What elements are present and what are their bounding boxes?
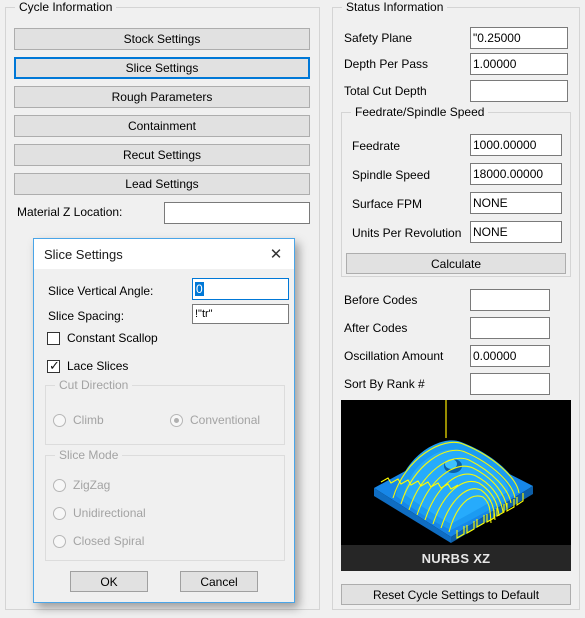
toolpath-preview[interactable]: NURBS XZ — [341, 400, 571, 571]
lead-settings-label: Lead Settings — [125, 177, 199, 191]
after-codes-label: After Codes — [344, 321, 408, 335]
reset-cycle-settings-label: Reset Cycle Settings to Default — [372, 587, 540, 602]
application-window: Cycle Information Stock Settings Slice S… — [0, 0, 585, 618]
radio-circle — [53, 413, 66, 427]
slice-spacing-label: Slice Spacing: — [48, 309, 125, 323]
spindle-speed-input[interactable]: 18000.00000 — [470, 163, 562, 185]
calculate-label: Calculate — [430, 256, 482, 271]
slice-settings-button[interactable]: Slice Settings — [14, 57, 310, 79]
rough-parameters-button[interactable]: Rough Parameters — [14, 86, 310, 108]
surface-fpm-input[interactable]: NONE — [470, 192, 562, 214]
preview-caption: NURBS XZ — [341, 545, 571, 571]
ok-button[interactable]: OK — [70, 571, 148, 592]
recut-settings-label: Recut Settings — [122, 148, 202, 162]
slice-spacing-value: !"tr" — [195, 307, 213, 320]
radio-circle — [53, 506, 66, 520]
oscillation-amount-input[interactable]: 0.00000 — [470, 345, 550, 367]
constant-scallop-checkbox[interactable]: Constant Scallop — [47, 331, 158, 345]
before-codes-label: Before Codes — [344, 293, 418, 307]
feedrate-value: 1000.00000 — [473, 138, 537, 152]
radio-circle — [53, 478, 66, 492]
feedrate-input[interactable]: 1000.00000 — [470, 134, 562, 156]
slice-mode-unidirectional-radio[interactable]: Unidirectional — [53, 506, 146, 520]
calculate-button[interactable]: Calculate — [346, 253, 566, 274]
safety-plane-label: Safety Plane — [344, 31, 413, 45]
containment-button[interactable]: Containment — [14, 115, 310, 137]
slice-mode-title: Slice Mode — [55, 448, 123, 462]
slice-vertical-angle-value: 0 — [195, 282, 204, 296]
containment-label: Containment — [127, 119, 197, 133]
stock-settings-button[interactable]: Stock Settings — [14, 28, 310, 50]
dialog-titlebar: Slice Settings ✕ — [34, 239, 294, 270]
total-cut-depth-label: Total Cut Depth — [344, 84, 427, 98]
surface-fpm-value: NONE — [473, 196, 508, 210]
status-information-title: Status Information — [342, 0, 448, 14]
safety-plane-input[interactable]: "0.25000 — [470, 27, 568, 49]
feedrate-spindle-speed-title: Feedrate/Spindle Speed — [351, 105, 489, 119]
constant-scallop-label: Constant Scallop — [67, 331, 158, 345]
stock-settings-label: Stock Settings — [123, 32, 201, 46]
material-z-location-label: Material Z Location: — [17, 205, 123, 219]
slice-vertical-angle-input[interactable]: 0 — [192, 278, 289, 300]
depth-per-pass-value: 1.00000 — [473, 57, 517, 71]
slice-mode-unidirectional-label: Unidirectional — [73, 506, 146, 520]
cut-direction-conventional-label: Conventional — [190, 413, 261, 427]
lead-settings-button[interactable]: Lead Settings — [14, 173, 310, 195]
oscillation-amount-value: 0.00000 — [473, 349, 517, 363]
cut-direction-climb-radio[interactable]: Climb — [53, 413, 104, 427]
units-per-revolution-input[interactable]: NONE — [470, 221, 562, 243]
cycle-information-title: Cycle Information — [15, 0, 117, 14]
check-icon: ✓ — [49, 357, 60, 373]
slice-mode-closed-spiral-radio[interactable]: Closed Spiral — [53, 534, 144, 548]
slice-vertical-angle-label: Slice Vertical Angle: — [48, 284, 154, 298]
slice-mode-zigzag-label: ZigZag — [73, 478, 111, 492]
spindle-speed-value: 18000.00000 — [473, 167, 544, 181]
cut-direction-title: Cut Direction — [55, 378, 133, 392]
units-per-revolution-label: Units Per Revolution — [352, 226, 462, 240]
before-codes-input[interactable] — [470, 289, 550, 311]
checkbox-box — [47, 331, 60, 345]
surface-fpm-label: Surface FPM — [352, 197, 423, 211]
slice-settings-label: Slice Settings — [125, 61, 199, 75]
total-cut-depth-input[interactable] — [470, 80, 568, 102]
slice-settings-dialog: Slice Settings ✕ Slice Vertical Angle: 0… — [33, 238, 295, 603]
cancel-label: Cancel — [200, 574, 238, 589]
depth-per-pass-label: Depth Per Pass — [344, 57, 429, 71]
lace-slices-label: Lace Slices — [67, 359, 129, 373]
slice-mode-zigzag-radio[interactable]: ZigZag — [53, 478, 110, 492]
lace-slices-checkbox[interactable]: ✓ Lace Slices — [47, 359, 128, 373]
radio-circle — [170, 413, 183, 427]
cut-direction-conventional-radio[interactable]: Conventional — [170, 413, 260, 427]
rough-parameters-label: Rough Parameters — [111, 90, 213, 104]
material-z-location-input[interactable] — [164, 202, 310, 224]
close-icon[interactable]: ✕ — [258, 239, 294, 269]
checkbox-box: ✓ — [47, 357, 60, 373]
recut-settings-button[interactable]: Recut Settings — [14, 144, 310, 166]
radio-dot — [174, 417, 179, 423]
oscillation-amount-label: Oscillation Amount — [344, 349, 444, 363]
sort-by-rank-input[interactable] — [470, 373, 550, 395]
depth-per-pass-input[interactable]: 1.00000 — [470, 53, 568, 75]
safety-plane-value: "0.25000 — [473, 31, 521, 45]
dialog-title: Slice Settings — [44, 247, 123, 262]
cancel-button[interactable]: Cancel — [180, 571, 258, 592]
after-codes-input[interactable] — [470, 317, 550, 339]
sort-by-rank-label: Sort By Rank # — [344, 377, 425, 391]
ok-label: OK — [100, 574, 118, 589]
spindle-speed-label: Spindle Speed — [352, 168, 431, 182]
slice-mode-closed-spiral-label: Closed Spiral — [73, 534, 145, 548]
radio-circle — [53, 534, 66, 548]
cut-direction-climb-label: Climb — [73, 413, 104, 427]
units-per-revolution-value: NONE — [473, 225, 508, 239]
feedrate-label: Feedrate — [352, 139, 401, 153]
reset-cycle-settings-button[interactable]: Reset Cycle Settings to Default — [341, 584, 571, 605]
slice-spacing-input[interactable]: !"tr" — [192, 304, 289, 324]
